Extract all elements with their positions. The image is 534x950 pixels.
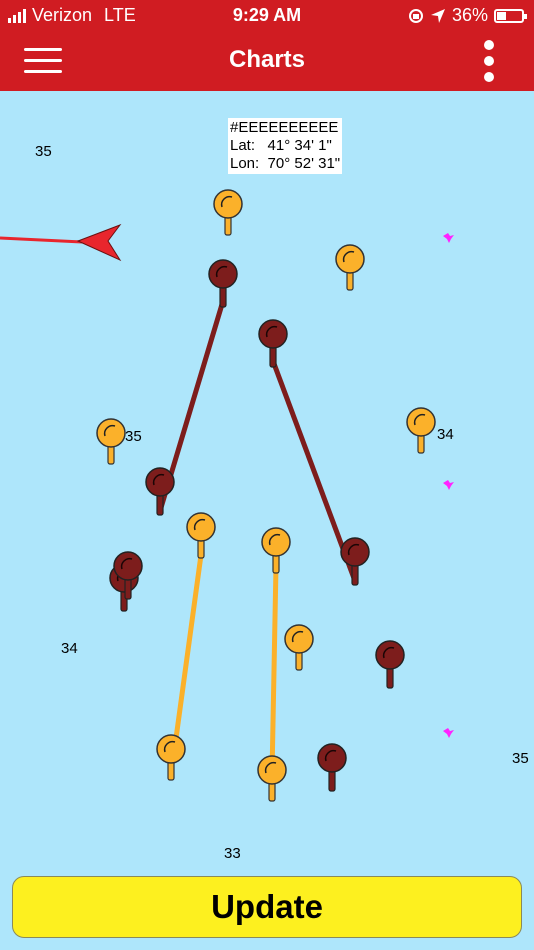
- chart-overlay: [0, 189, 454, 802]
- red-marker-pin[interactable]: [375, 640, 405, 689]
- red-marker-pin[interactable]: [340, 537, 370, 586]
- orange-route-line: [269, 565, 279, 776]
- orange-marker-pin[interactable]: [156, 734, 186, 781]
- red-marker-pin[interactable]: [145, 467, 175, 516]
- red-marker-pin[interactable]: [258, 319, 288, 368]
- bird-icon[interactable]: [443, 480, 454, 490]
- red-marker-pin[interactable]: [317, 743, 347, 792]
- status-bar: Verizon LTE 9:29 AM 36%: [0, 0, 534, 30]
- red-marker-pin[interactable]: [113, 551, 143, 600]
- update-button[interactable]: Update: [12, 876, 522, 938]
- rotation-lock-icon: [408, 8, 423, 23]
- bird-icon[interactable]: [443, 233, 454, 243]
- battery-icon: [494, 8, 527, 23]
- location-icon: [430, 8, 445, 23]
- depth-label: 34: [61, 640, 78, 657]
- orange-marker-pin[interactable]: [261, 527, 291, 574]
- lon-value: 70° 52' 31": [267, 155, 341, 172]
- carrier-label: Verizon: [32, 5, 93, 25]
- bird-icon[interactable]: [443, 728, 454, 738]
- chart-map[interactable]: #EEEEEEEEEE Lat: 41° 34' 1" Lon: 70° 52'…: [0, 91, 534, 950]
- signal-icon: [8, 8, 26, 23]
- depth-label: 35: [125, 428, 142, 445]
- battery-percent: 36%: [451, 5, 488, 25]
- waypoint-id: #EEEEEEEEEE: [230, 119, 339, 136]
- orange-marker-pin[interactable]: [186, 512, 216, 559]
- depth-label: 34: [437, 426, 454, 443]
- orange-route-line: [171, 554, 204, 754]
- boat-track: [0, 236, 83, 244]
- orange-marker-pin[interactable]: [257, 755, 287, 802]
- depth-label: 35: [512, 750, 529, 767]
- orange-marker-pin[interactable]: [213, 189, 243, 236]
- coordinate-readout: #EEEEEEEEEE Lat: 41° 34' 1" Lon: 70° 52'…: [228, 118, 343, 174]
- more-options-button[interactable]: [478, 40, 500, 82]
- orange-marker-pin[interactable]: [406, 407, 436, 454]
- orange-marker-pin[interactable]: [96, 418, 126, 465]
- lat-value: 41° 34' 1": [267, 137, 332, 154]
- red-marker-pin[interactable]: [208, 259, 238, 308]
- depth-label: 33: [224, 845, 241, 862]
- depth-label: 35: [35, 143, 52, 160]
- orange-marker-pin[interactable]: [335, 244, 365, 291]
- network-label: LTE: [104, 5, 136, 25]
- boat-icon[interactable]: [76, 223, 122, 262]
- nav-bar: Charts: [0, 30, 534, 91]
- page-title: Charts: [228, 46, 306, 73]
- orange-marker-pin[interactable]: [284, 624, 314, 671]
- lon-label: Lon:: [230, 155, 260, 172]
- lat-label: Lat:: [230, 137, 256, 154]
